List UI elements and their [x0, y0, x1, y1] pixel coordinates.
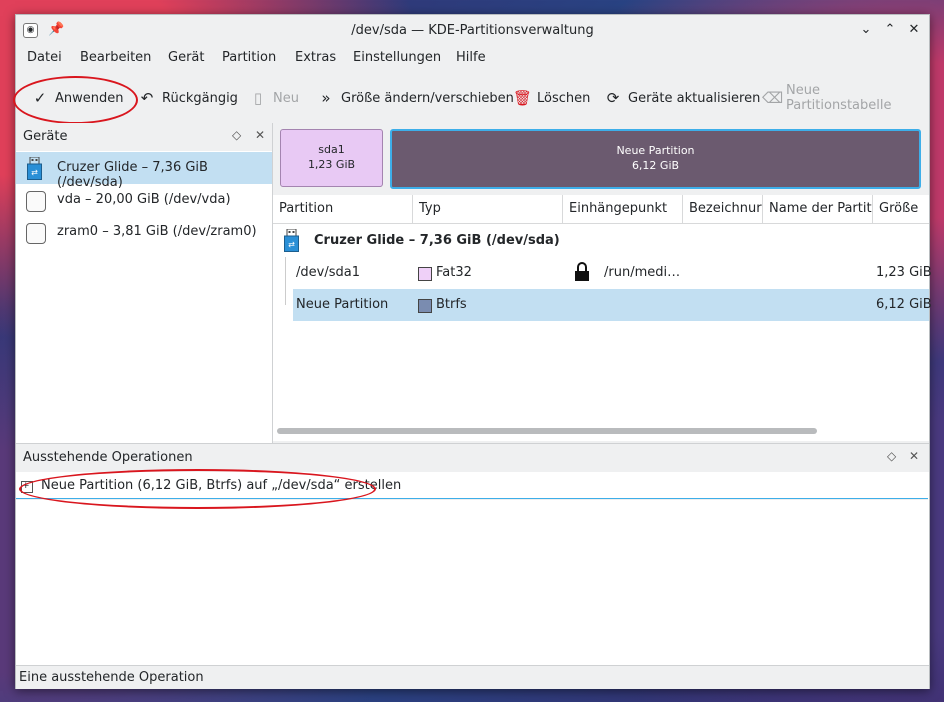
new-table-label: Neue Partitionstabelle [786, 83, 892, 113]
toolbar: ✓ Anwenden ↶ Rückgängig ▯ Neu » Größe än… [16, 83, 929, 113]
double-chevron-right-icon: » [321, 89, 331, 107]
apply-label: Anwenden [55, 90, 124, 106]
new-partition-icon: + [21, 481, 33, 493]
divider [16, 499, 928, 500]
operations-panel-title: Ausstehende Operationen [23, 450, 193, 465]
title-bar: ◉ 📌 /dev/sda — KDE-Partitionsverwaltung … [16, 15, 929, 47]
horizontal-scrollbar[interactable] [275, 427, 925, 435]
refresh-icon: ⟳ [606, 89, 620, 107]
partition-block-name: Neue Partition [616, 144, 695, 157]
table-header: Partition Typ Einhängepunkt Bezeichnur N… [273, 195, 929, 224]
undo-label: Rückgängig [162, 90, 238, 106]
chevron-down-icon: ⌄ [860, 22, 872, 37]
menu-hilfe[interactable]: Hilfe [456, 50, 486, 65]
table-row-selected[interactable]: Neue Partition Btrfs 6,12 GiB [273, 289, 932, 321]
usb-drive-icon: ⇄ [27, 157, 42, 180]
cell-partition: Neue Partition [296, 297, 389, 312]
partition-block-sda1[interactable]: sda1 1,23 GiB [280, 129, 383, 187]
lock-icon [575, 262, 589, 281]
menu-datei[interactable]: Datei [27, 50, 62, 65]
partition-block-size: 1,23 GiB [307, 158, 356, 171]
maximize-button[interactable]: ⌃ [882, 22, 898, 38]
chevron-up-icon: ⌃ [884, 22, 896, 37]
cell-type: Btrfs [436, 297, 467, 312]
device-label: vda – 20,00 GiB (/dev/vda) [57, 192, 231, 207]
delete-button[interactable]: 🗑 Löschen [513, 83, 590, 113]
checkmark-icon: ✓ [33, 89, 47, 107]
minimize-button[interactable]: ⌄ [858, 22, 874, 38]
refresh-devices-button[interactable]: ⟳ Geräte aktualisieren [604, 83, 761, 113]
clear-icon: ⌫ [762, 89, 784, 107]
tree-line [285, 289, 286, 305]
partition-block-name: sda1 [318, 143, 345, 156]
new-label: Neu [273, 90, 299, 106]
trash-icon: 🗑 [513, 89, 533, 107]
partition-block-size: 6,12 GiB [631, 159, 680, 172]
new-partition-table-button[interactable]: ⌫ Neue Partitionstabelle [762, 83, 929, 113]
column-header-partition-name[interactable]: Name der Partit [763, 195, 873, 223]
partition-graph: sda1 1,23 GiB Neue Partition 6,12 GiB [280, 129, 921, 189]
column-header-size[interactable]: Größe [873, 195, 929, 223]
devices-panel-header: Geräte ◇ ✕ [16, 123, 272, 151]
float-icon[interactable]: ◇ [232, 128, 241, 142]
undo-button[interactable]: ↶ Rückgängig [138, 83, 238, 113]
resize-move-button[interactable]: » Größe ändern/verschieben [317, 83, 514, 113]
hard-disk-icon [26, 223, 46, 244]
partition-table: Partition Typ Einhängepunkt Bezeichnur N… [273, 195, 932, 441]
usb-drive-icon: ⇄ [284, 229, 299, 252]
device-item-vda[interactable]: vda – 20,00 GiB (/dev/vda) [16, 184, 272, 216]
pending-operations-panel: Ausstehende Operationen ◇ ✕ + Neue Parti… [16, 443, 929, 666]
resize-label: Größe ändern/verschieben [341, 90, 514, 106]
float-icon[interactable]: ◇ [887, 449, 896, 463]
hard-disk-icon [26, 191, 46, 212]
undo-icon: ↶ [140, 89, 154, 107]
operation-item[interactable]: + Neue Partition (6,12 GiB, Btrfs) auf „… [16, 474, 928, 499]
close-icon[interactable]: ✕ [255, 128, 265, 142]
row-selection [293, 289, 929, 321]
close-icon[interactable]: ✕ [909, 449, 919, 463]
new-button[interactable]: ▯ Neu [249, 83, 299, 113]
status-text: Eine ausstehende Operation [19, 670, 204, 685]
menu-partition[interactable]: Partition [222, 50, 276, 65]
column-header-label[interactable]: Bezeichnur [683, 195, 763, 223]
window-title: /dev/sda — KDE-Partitionsverwaltung [351, 23, 594, 38]
cell-size: 6,12 GiB [876, 297, 932, 312]
cell-type: Fat32 [436, 265, 472, 280]
column-header-mountpoint[interactable]: Einhängepunkt [563, 195, 683, 223]
scrollbar-thumb[interactable] [277, 428, 817, 434]
menu-einstellungen[interactable]: Einstellungen [353, 50, 441, 65]
svg-text:⇄: ⇄ [288, 240, 295, 249]
operations-panel-header: Ausstehende Operationen ◇ ✕ [16, 444, 929, 472]
operation-label: Neue Partition (6,12 GiB, Btrfs) auf „/d… [41, 478, 402, 493]
menu-extras[interactable]: Extras [295, 50, 336, 65]
status-bar: Eine ausstehende Operation [16, 665, 929, 689]
device-item-zram0[interactable]: zram0 – 3,81 GiB (/dev/zram0) [16, 216, 272, 248]
menu-bearbeiten[interactable]: Bearbeiten [80, 50, 151, 65]
new-document-icon: ▯ [253, 89, 263, 107]
delete-label: Löschen [537, 90, 591, 106]
partition-block-new[interactable]: Neue Partition 6,12 GiB [390, 129, 921, 189]
column-header-type[interactable]: Typ [413, 195, 563, 223]
cell-partition: /dev/sda1 [296, 265, 360, 280]
devices-panel-title: Geräte [23, 129, 68, 144]
menu-geraet[interactable]: Gerät [168, 50, 204, 65]
svg-text:⇄: ⇄ [31, 168, 38, 177]
device-row-label: Cruzer Glide – 7,36 GiB (/dev/sda) [314, 233, 560, 248]
device-label: zram0 – 3,81 GiB (/dev/zram0) [57, 224, 257, 239]
column-header-partition[interactable]: Partition [273, 195, 413, 223]
type-color-swatch [418, 299, 432, 313]
cell-mountpoint: /run/medi… [604, 265, 681, 280]
refresh-label: Geräte aktualisieren [628, 90, 761, 106]
table-row-device[interactable]: ⇄ Cruzer Glide – 7,36 GiB (/dev/sda) [273, 225, 929, 257]
type-color-swatch [418, 267, 432, 281]
close-button[interactable]: ✕ [906, 22, 922, 38]
apply-button[interactable]: ✓ Anwenden [31, 83, 124, 113]
devices-panel: Geräte ◇ ✕ ⇄ Cruzer Glide – 7,36 GiB (/d… [16, 123, 273, 443]
tree-line [285, 257, 286, 289]
device-item-sda[interactable]: ⇄ Cruzer Glide – 7,36 GiB (/dev/sda) [16, 152, 272, 190]
partition-manager-window: ◉ 📌 /dev/sda — KDE-Partitionsverwaltung … [13, 14, 932, 689]
close-icon: ✕ [908, 22, 920, 37]
table-row[interactable]: /dev/sda1 Fat32 /run/medi… 1,23 GiB [273, 257, 932, 289]
cell-size: 1,23 GiB [876, 265, 932, 280]
